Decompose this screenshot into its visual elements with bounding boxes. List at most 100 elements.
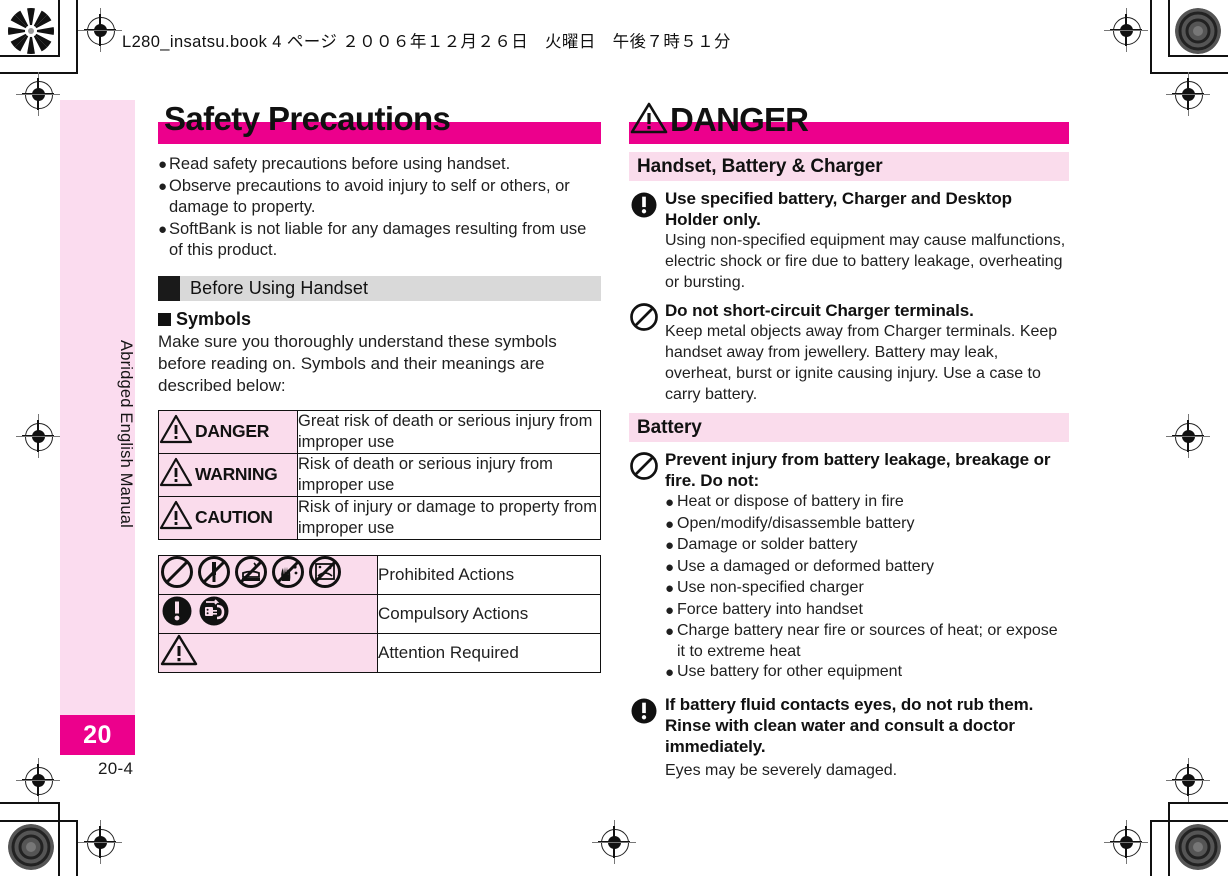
table-row: Compulsory Actions (158, 593, 601, 634)
warning-title: Prevent injury from battery leakage, bre… (665, 450, 1051, 490)
compulsory-exclamation-icon (629, 188, 665, 293)
subsection-header-symbols: Symbols (158, 309, 601, 330)
bullet-dot-icon: ● (665, 580, 675, 597)
bullet-dot-icon: ● (665, 664, 675, 681)
list-item-label: Use non-specified charger (677, 579, 864, 596)
warning-triangle-icon (159, 414, 193, 449)
page-canvas: L280_insatsu.book 4 ページ ２００６年１２月２６日 火曜日 … (0, 0, 1228, 876)
warning-body: If battery fluid contacts eyes, do not r… (665, 694, 1069, 781)
warning-block: Do not short-circuit Charger terminals. … (629, 300, 1069, 405)
symbol-key-label: DANGER (195, 421, 270, 441)
list-item-label: Observe precautions to avoid injury to s… (169, 176, 570, 217)
warning-body: Do not short-circuit Charger terminals. … (665, 300, 1069, 405)
list-item: ● Read safety precautions before using h… (158, 154, 601, 176)
bullet-dot-icon: ● (158, 220, 168, 238)
no-disassembly-icon (196, 554, 232, 595)
list-item-label: Use a damaged or deformed battery (677, 557, 935, 575)
symbol-meanings-table: DANGER Great risk of death or serious in… (158, 409, 601, 540)
bullet-dot-icon: ● (665, 515, 675, 533)
bullet-dot-icon: ● (665, 558, 675, 576)
warning-title: Do not short-circuit Charger terminals. (665, 301, 974, 320)
warning-bullet-list: ● Heat or dispose of battery in fire ● Ope… (665, 492, 1069, 684)
compulsory-exclamation-icon (629, 694, 665, 781)
action-label-cell: Prohibited Actions (377, 554, 601, 595)
section-header-handset-battery-charger: Handset, Battery & Charger (629, 152, 1069, 181)
list-item: ● Use battery for other equipment (665, 662, 1069, 684)
no-bath-fire-icon (233, 554, 269, 595)
subsection-header-label: Symbols (176, 308, 252, 329)
warning-text: Using non-specified equipment may cause … (665, 232, 1066, 291)
list-item: ● Use a damaged or deformed battery (665, 557, 1069, 579)
warning-triangle-icon (159, 633, 199, 672)
list-item: ● SoftBank is not liable for any damages… (158, 219, 601, 262)
black-square-icon (158, 312, 171, 326)
action-symbols-table: Prohibited Actions Compulsory Actions At… (158, 554, 601, 673)
danger-title: DANGER (629, 98, 809, 142)
list-item-label: Charge battery near fire or sources of h… (677, 622, 1058, 660)
prohibition-general-icon (629, 300, 665, 405)
warning-title: If battery fluid contacts eyes, do not r… (665, 694, 1034, 756)
table-row: WARNING Risk of death or serious injury … (158, 452, 601, 497)
list-item: ● Use non-specified charger (665, 578, 1069, 600)
table-row: CAUTION Risk of injury or damage to prop… (158, 495, 601, 540)
action-label-cell: Attention Required (377, 632, 601, 673)
symbol-key-cell: CAUTION (158, 495, 298, 540)
no-liquids-icon (307, 554, 343, 595)
warning-block: Use specified battery, Charger and Deskt… (629, 188, 1069, 293)
symbol-meaning-cell: Great risk of death or serious injury fr… (297, 409, 601, 454)
prohibition-general-icon (629, 449, 665, 684)
unplug-from-outlet-icon (196, 593, 232, 634)
warning-title: Use specified battery, Charger and Deskt… (665, 189, 1012, 229)
section-header-label: Handset, Battery & Charger (637, 155, 883, 177)
danger-title-block: DANGER (629, 101, 1069, 148)
chapter-side-tab-label: Abridged English Manual (117, 339, 135, 529)
symbols-paragraph: Make sure you thoroughly understand thes… (158, 331, 557, 395)
table-row: Attention Required (158, 632, 601, 673)
page-folio: 20-4 (98, 759, 134, 778)
table-row: Prohibited Actions (158, 554, 601, 595)
attention-icons-cell (158, 632, 378, 673)
warning-body: Use specified battery, Charger and Deskt… (665, 188, 1069, 293)
bullet-dot-icon: ● (158, 177, 168, 195)
intro-bullet-list: ● Read safety precautions before using h… (158, 154, 601, 262)
compulsory-exclamation-icon (159, 593, 195, 634)
symbol-meaning-cell: Risk of death or serious injury from imp… (297, 452, 601, 497)
compulsory-icons-cell (158, 593, 378, 634)
list-item-label: SoftBank is not liable for any damages r… (169, 219, 587, 260)
prohibited-icons-cell (158, 554, 378, 595)
list-item: ● Charge battery near fire or sources of … (665, 621, 1069, 662)
chapter-side-tab: Abridged English Manual 20 (60, 100, 135, 755)
warning-body: Prevent injury from battery leakage, bre… (665, 449, 1069, 684)
list-item: ● Damage or solder battery (665, 535, 1069, 557)
symbol-key-label: WARNING (195, 464, 278, 484)
list-item-label: Read safety precautions before using han… (169, 155, 511, 173)
section-header-before-using-handset: Before Using Handset (158, 275, 601, 301)
section-header-battery: Battery (629, 413, 1069, 442)
warning-block: Prevent injury from battery leakage, bre… (629, 449, 1069, 684)
list-item-label: Heat or dispose of battery in fire (677, 493, 904, 510)
table-row: DANGER Great risk of death or serious in… (158, 409, 601, 454)
bullet-dot-icon: ● (665, 623, 675, 640)
symbol-meaning-cell: Risk of injury or damage to property fro… (297, 495, 601, 540)
left-column: Safety Precautions ● Read safety precaut… (158, 100, 601, 673)
prohibition-general-icon (159, 554, 195, 595)
print-header-line: L280_insatsu.book 4 ページ ２００６年１２月２６日 火曜日 … (122, 33, 731, 51)
section-header-label: Before Using Handset (190, 277, 369, 298)
warning-text: Eyes may be severely damaged. (665, 761, 898, 779)
chapter-number-badge: 20 (60, 715, 135, 755)
warning-text: Keep metal objects away from Charger ter… (665, 323, 1058, 403)
list-item: ● Force battery into handset (665, 600, 1069, 622)
bullet-dot-icon: ● (665, 537, 675, 554)
list-item-label: Open/modify/disassemble battery (677, 514, 915, 532)
list-item-label: Damage or solder battery (677, 536, 858, 553)
list-item: ● Heat or dispose of battery in fire (665, 492, 1069, 514)
no-wet-hands-icon (270, 554, 306, 595)
list-item-label: Force battery into handset (677, 600, 863, 618)
black-square-icon (158, 275, 180, 301)
list-item-label: Use battery for other equipment (677, 663, 903, 680)
action-label-cell: Compulsory Actions (377, 593, 601, 634)
warning-triangle-icon (159, 457, 193, 492)
list-item: ● Open/modify/disassemble battery (665, 514, 1069, 536)
bullet-dot-icon: ● (665, 601, 675, 619)
section-header-label: Battery (637, 416, 702, 438)
